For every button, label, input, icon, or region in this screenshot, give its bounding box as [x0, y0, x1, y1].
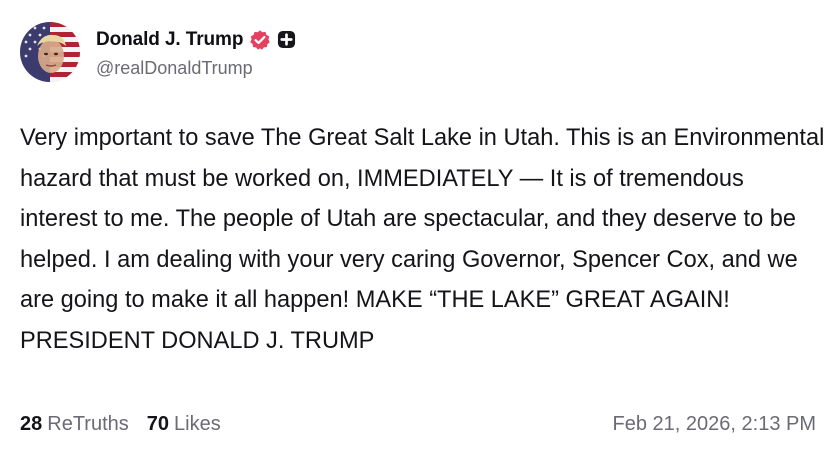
- likes-count: 70: [146, 413, 170, 435]
- avatar-image: [20, 22, 80, 82]
- likes-label: Likes: [174, 413, 221, 435]
- retruths-count: 28: [20, 413, 43, 435]
- author-handle[interactable]: @realDonaldTrump: [96, 58, 296, 79]
- retruths-label: ReTruths: [47, 413, 129, 435]
- author-name-row: Donald J. Trump: [96, 26, 296, 54]
- avatar[interactable]: [20, 22, 80, 82]
- author-identity: Donald J. Trump @realDonaldTrump: [96, 26, 296, 79]
- truth-post: Donald J. Trump @realDonaldTrump Very im…: [0, 0, 840, 476]
- author-display-name[interactable]: Donald J. Trump: [96, 29, 243, 51]
- post-text: Very important to save The Great Salt La…: [20, 125, 825, 354]
- retruths-stat[interactable]: 28 ReTruths: [20, 413, 129, 436]
- verified-badge-icon: [249, 29, 271, 51]
- likes-stat[interactable]: 70 Likes: [147, 413, 221, 436]
- post-footer: 28 ReTruths 70 Likes Feb 21, 2026, 2:13 …: [20, 413, 816, 436]
- post-timestamp[interactable]: Feb 21, 2026, 2:13 PM: [613, 413, 816, 436]
- plus-badge-icon: [277, 30, 296, 49]
- post-header: Donald J. Trump @realDonaldTrump: [20, 22, 296, 82]
